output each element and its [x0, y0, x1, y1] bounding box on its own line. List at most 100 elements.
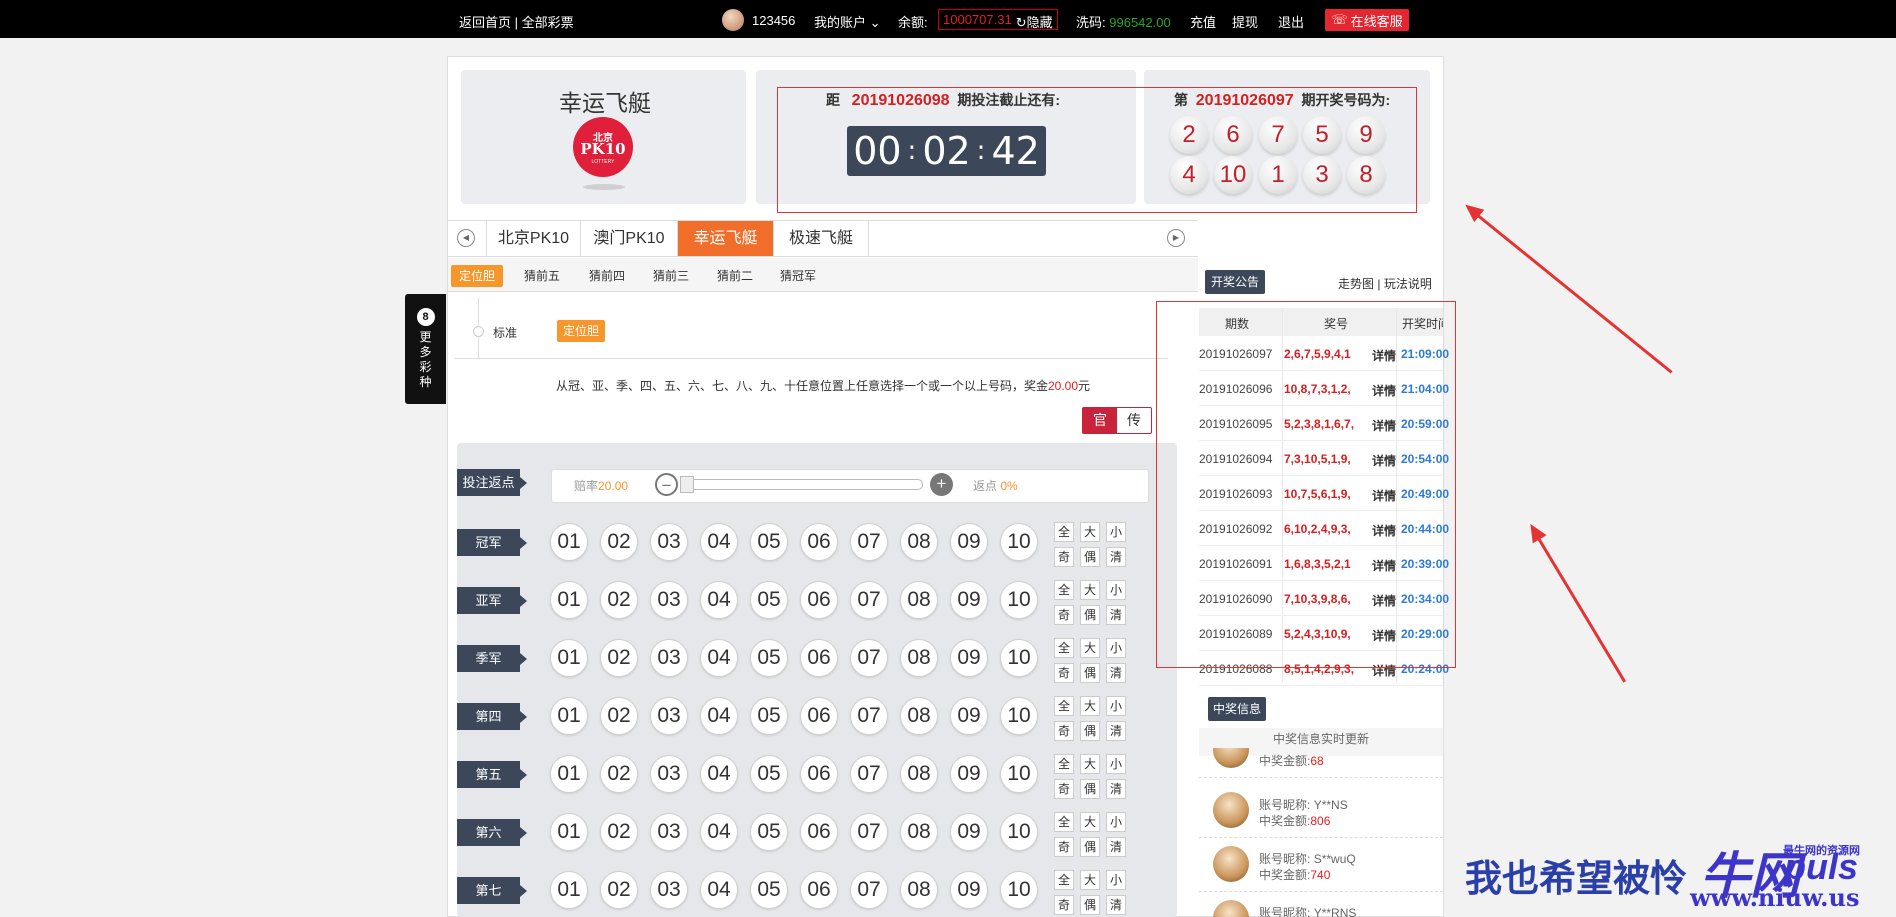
- withdraw-link[interactable]: 提现: [1232, 12, 1258, 31]
- number-ball[interactable]: 07: [850, 871, 888, 909]
- number-ball[interactable]: 04: [700, 813, 738, 851]
- quick-select-button[interactable]: 全: [1054, 754, 1074, 774]
- number-ball[interactable]: 07: [850, 813, 888, 851]
- quick-select-button[interactable]: 全: [1054, 870, 1074, 890]
- quick-select-button[interactable]: 全: [1054, 812, 1074, 832]
- quick-select-button[interactable]: 清: [1106, 837, 1126, 857]
- quick-select-button[interactable]: 偶: [1080, 663, 1100, 683]
- number-ball[interactable]: 03: [650, 813, 688, 851]
- quick-select-button[interactable]: 偶: [1080, 721, 1100, 741]
- quick-select-button[interactable]: 清: [1106, 547, 1126, 567]
- quick-select-button[interactable]: 奇: [1054, 837, 1074, 857]
- quick-select-button[interactable]: 清: [1106, 895, 1126, 915]
- tab-prev-arrow[interactable]: ◀: [457, 229, 475, 247]
- number-ball[interactable]: 01: [550, 697, 588, 735]
- number-ball[interactable]: 10: [1000, 639, 1038, 677]
- tab-lucky-boat[interactable]: 幸运飞艇: [678, 221, 774, 256]
- quick-select-button[interactable]: 偶: [1080, 895, 1100, 915]
- quick-select-button[interactable]: 清: [1106, 779, 1126, 799]
- rebate-slider-handle[interactable]: [680, 476, 694, 493]
- quick-select-button[interactable]: 全: [1054, 638, 1074, 658]
- number-ball[interactable]: 04: [700, 581, 738, 619]
- rules-link[interactable]: 玩法说明: [1384, 277, 1432, 291]
- number-ball[interactable]: 04: [700, 697, 738, 735]
- more-lottery-button[interactable]: 8 更多彩种: [405, 294, 446, 404]
- quick-select-button[interactable]: 小: [1106, 638, 1126, 658]
- number-ball[interactable]: 10: [1000, 813, 1038, 851]
- number-ball[interactable]: 10: [1000, 697, 1038, 735]
- number-ball[interactable]: 07: [850, 523, 888, 561]
- subtab-top3[interactable]: 猜前三: [645, 265, 697, 287]
- number-ball[interactable]: 05: [750, 639, 788, 677]
- number-ball[interactable]: 04: [700, 755, 738, 793]
- hide-balance-button[interactable]: ↻隐藏: [1016, 12, 1053, 30]
- minus-icon[interactable]: −: [655, 473, 678, 496]
- number-ball[interactable]: 08: [900, 639, 938, 677]
- quick-select-button[interactable]: 大: [1080, 812, 1100, 832]
- number-ball[interactable]: 09: [950, 871, 988, 909]
- quick-select-button[interactable]: 偶: [1080, 837, 1100, 857]
- number-ball[interactable]: 06: [800, 523, 838, 561]
- quick-select-button[interactable]: 奇: [1054, 605, 1074, 625]
- quick-select-button[interactable]: 奇: [1054, 721, 1074, 741]
- number-ball[interactable]: 09: [950, 813, 988, 851]
- number-ball[interactable]: 09: [950, 755, 988, 793]
- rebate-slider-track[interactable]: [681, 479, 923, 490]
- number-ball[interactable]: 02: [600, 523, 638, 561]
- quick-select-button[interactable]: 奇: [1054, 547, 1074, 567]
- recharge-link[interactable]: 充值: [1190, 12, 1216, 31]
- number-ball[interactable]: 07: [850, 697, 888, 735]
- quick-select-button[interactable]: 大: [1080, 522, 1100, 542]
- number-ball[interactable]: 09: [950, 523, 988, 561]
- quick-select-button[interactable]: 小: [1106, 522, 1126, 542]
- number-ball[interactable]: 08: [900, 523, 938, 561]
- logout-link[interactable]: 退出: [1278, 12, 1304, 31]
- number-ball[interactable]: 06: [800, 871, 838, 909]
- number-ball[interactable]: 05: [750, 581, 788, 619]
- number-ball[interactable]: 06: [800, 639, 838, 677]
- all-lottery-link[interactable]: 全部彩票: [522, 15, 574, 30]
- quick-select-button[interactable]: 清: [1106, 605, 1126, 625]
- quick-select-button[interactable]: 全: [1054, 696, 1074, 716]
- plus-icon[interactable]: +: [930, 473, 953, 496]
- online-service-button[interactable]: ☏ 在线客服: [1325, 9, 1409, 31]
- number-ball[interactable]: 01: [550, 813, 588, 851]
- subtab-top4[interactable]: 猜前四: [581, 265, 633, 287]
- number-ball[interactable]: 03: [650, 523, 688, 561]
- home-link[interactable]: 返回首页: [459, 15, 511, 30]
- tab-bj-pk10[interactable]: 北京PK10: [486, 221, 581, 256]
- quick-select-button[interactable]: 小: [1106, 580, 1126, 600]
- user-info[interactable]: 123456: [722, 9, 795, 31]
- official-mode-button[interactable]: 官: [1083, 408, 1117, 433]
- number-ball[interactable]: 08: [900, 697, 938, 735]
- number-ball[interactable]: 02: [600, 813, 638, 851]
- quick-select-button[interactable]: 清: [1106, 721, 1126, 741]
- number-ball[interactable]: 06: [800, 581, 838, 619]
- number-ball[interactable]: 08: [900, 813, 938, 851]
- quick-select-button[interactable]: 奇: [1054, 663, 1074, 683]
- number-ball[interactable]: 01: [550, 639, 588, 677]
- number-ball[interactable]: 09: [950, 639, 988, 677]
- number-ball[interactable]: 10: [1000, 755, 1038, 793]
- traditional-mode-button[interactable]: 传: [1117, 408, 1151, 433]
- subtab-top2[interactable]: 猜前二: [709, 265, 761, 287]
- subtab-champion[interactable]: 猜冠军: [772, 265, 824, 287]
- number-ball[interactable]: 07: [850, 755, 888, 793]
- quick-select-button[interactable]: 清: [1106, 663, 1126, 683]
- number-ball[interactable]: 05: [750, 813, 788, 851]
- number-ball[interactable]: 09: [950, 697, 988, 735]
- tab-speed-boat[interactable]: 极速飞艇: [774, 221, 869, 256]
- number-ball[interactable]: 01: [550, 523, 588, 561]
- number-ball[interactable]: 03: [650, 871, 688, 909]
- number-ball[interactable]: 07: [850, 639, 888, 677]
- number-ball[interactable]: 09: [950, 581, 988, 619]
- number-ball[interactable]: 01: [550, 581, 588, 619]
- quick-select-button[interactable]: 小: [1106, 696, 1126, 716]
- number-ball[interactable]: 02: [600, 755, 638, 793]
- quick-select-button[interactable]: 偶: [1080, 547, 1100, 567]
- number-ball[interactable]: 02: [600, 581, 638, 619]
- quick-select-button[interactable]: 偶: [1080, 605, 1100, 625]
- quick-select-button[interactable]: 偶: [1080, 779, 1100, 799]
- number-ball[interactable]: 07: [850, 581, 888, 619]
- number-ball[interactable]: 02: [600, 639, 638, 677]
